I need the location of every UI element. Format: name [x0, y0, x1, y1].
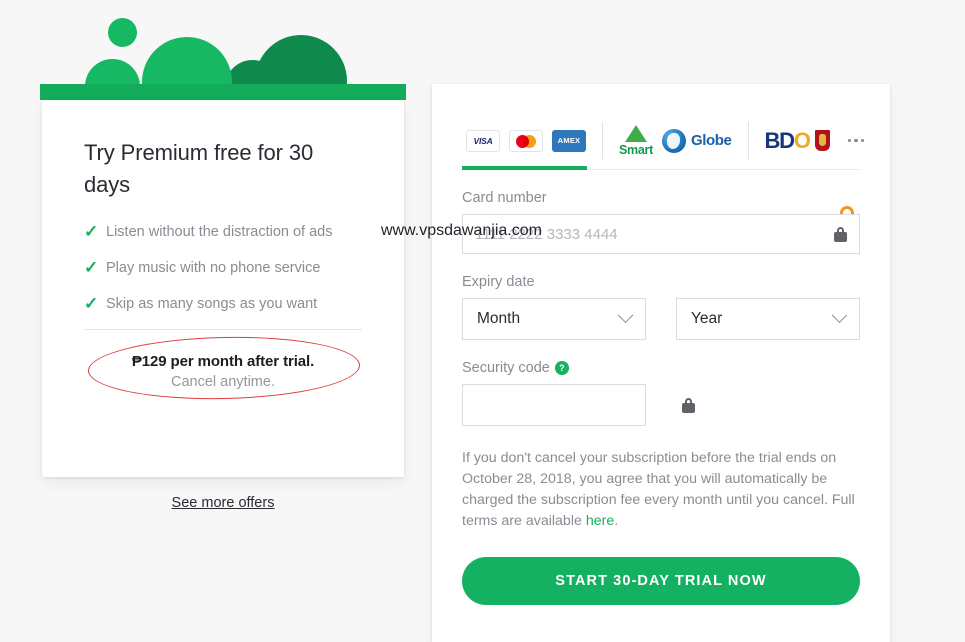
- bank-crest-icon: [814, 130, 830, 151]
- checkout-panel: VISA AMEX Smart Globe BDO Card number 11…: [432, 84, 890, 642]
- expiry-year-value: Year: [691, 310, 723, 327]
- card-number-label: Card number: [462, 190, 547, 206]
- more-payment-methods-icon[interactable]: [839, 138, 865, 143]
- benefit-label: Skip as many songs as you want: [106, 296, 318, 312]
- price-block: ₱129 per month after trial. Cancel anyti…: [42, 334, 404, 402]
- chevron-down-icon: [831, 306, 848, 323]
- card-number-input[interactable]: [475, 225, 826, 243]
- security-code-label: Security code: [462, 360, 550, 376]
- expiry-month-value: Month: [477, 310, 521, 327]
- cancel-anytime-note: Cancel anytime.: [171, 374, 275, 390]
- globe-logo-label: Globe: [690, 132, 732, 149]
- tab-telco-billing[interactable]: Smart Globe: [602, 111, 748, 170]
- terms-period: .: [614, 513, 619, 529]
- check-icon: ✓: [84, 258, 99, 277]
- mastercard-logo-icon: [509, 129, 543, 152]
- terms-body: If you don't cancel your subscription be…: [462, 450, 855, 529]
- check-icon: ✓: [84, 222, 99, 241]
- expiry-date-row: Month Year: [462, 298, 860, 340]
- bdo-logo-icon: BDO: [764, 127, 830, 153]
- check-icon: ✓: [84, 294, 99, 313]
- benefit-item: ✓ Skip as many songs as you want: [84, 293, 368, 315]
- payment-method-tabs: VISA AMEX Smart Globe BDO: [462, 111, 865, 170]
- amex-logo-icon: AMEX: [552, 129, 586, 152]
- tab-credit-cards[interactable]: VISA AMEX: [462, 111, 602, 170]
- benefit-item: ✓ Play music with no phone service: [84, 257, 368, 279]
- smart-logo-label: Smart: [619, 142, 653, 157]
- bdo-logo-label: BDO: [764, 127, 811, 153]
- help-icon[interactable]: ?: [554, 361, 569, 375]
- benefit-list: ✓ Listen without the distraction of ads …: [84, 221, 368, 315]
- price-amount: ₱129 per month after trial.: [131, 353, 315, 370]
- see-more-offers-link[interactable]: See more offers: [42, 495, 404, 511]
- expiry-date-label: Expiry date: [462, 274, 535, 290]
- benefit-item: ✓ Listen without the distraction of ads: [84, 221, 368, 243]
- security-code-label-row: Security code ?: [462, 360, 860, 376]
- start-trial-button[interactable]: START 30-DAY TRIAL NOW: [462, 557, 860, 605]
- visa-logo-icon: VISA: [466, 129, 500, 152]
- security-code-input[interactable]: [475, 396, 674, 414]
- offer-panel: Try Premium free for 30 days ✓ Listen wi…: [40, 0, 406, 511]
- tab-bank-transfer[interactable]: BDO: [748, 111, 880, 170]
- smart-logo-icon: Smart: [619, 124, 653, 157]
- benefit-label: Play music with no phone service: [106, 260, 321, 276]
- expiry-year-select[interactable]: Year: [676, 298, 860, 340]
- security-code-input-wrap[interactable]: [462, 384, 695, 426]
- decor-green-bar: [40, 84, 406, 100]
- benefit-label: Listen without the distraction of ads: [106, 224, 333, 240]
- divider: [84, 329, 362, 330]
- card-number-input-wrap[interactable]: [462, 214, 860, 254]
- expiry-month-select[interactable]: Month: [462, 298, 646, 340]
- checkout-form: Card number Expiry date Month Year Secur…: [462, 190, 860, 605]
- lock-icon: [834, 226, 847, 242]
- terms-link[interactable]: here: [586, 513, 614, 529]
- offer-card: Try Premium free for 30 days ✓ Listen wi…: [42, 100, 404, 477]
- terms-disclaimer: If you don't cancel your subscription be…: [462, 448, 860, 532]
- lock-icon: [682, 397, 695, 413]
- chevron-down-icon: [617, 306, 634, 323]
- active-tab-indicator: [462, 166, 587, 170]
- decor-dot-circle: [108, 18, 137, 47]
- decorative-circles-header: [40, 0, 406, 100]
- globe-logo-icon: Globe: [661, 128, 732, 153]
- offer-title: Try Premium free for 30 days: [84, 140, 314, 197]
